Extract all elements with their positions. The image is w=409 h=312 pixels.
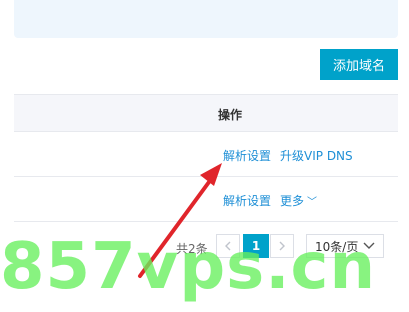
site-watermark: 857vps.cn: [0, 230, 377, 304]
